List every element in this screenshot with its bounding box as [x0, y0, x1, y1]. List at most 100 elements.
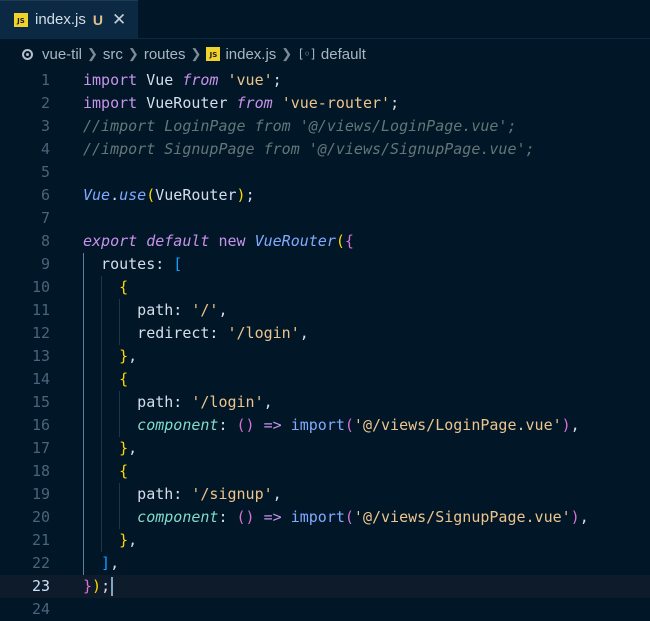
code-line[interactable]: 17},	[0, 437, 650, 460]
code-text: import VueRouter from 'vue-router';	[83, 92, 399, 115]
code-line[interactable]: 21},	[0, 529, 650, 552]
tab-untracked-badge: U	[92, 11, 103, 28]
indent-guide	[83, 391, 84, 414]
code-token: {	[119, 462, 129, 480]
indent-guide	[101, 414, 103, 437]
code-token: ]	[101, 554, 111, 572]
code-token: '@/views/SignupPage.vue'	[353, 508, 571, 526]
close-icon[interactable]: ✕	[112, 10, 126, 30]
tab-index-js[interactable]: JS index.js U ✕	[0, 0, 139, 38]
code-line[interactable]: 14 {	[0, 368, 650, 391]
code-token: :	[218, 416, 237, 434]
indent-guide	[83, 529, 84, 552]
code-token: '@/views/LoginPage.vue'	[353, 416, 562, 434]
indent-guide	[119, 299, 121, 322]
code-line[interactable]: 22],	[0, 552, 650, 575]
code-line[interactable]: 20 component: () => import('@/views/Signu…	[0, 506, 650, 529]
indent-guide	[101, 437, 103, 460]
code-token: ,	[299, 324, 309, 342]
breadcrumb-item-default[interactable]: default	[321, 46, 366, 63]
indent-guide	[101, 483, 103, 506]
code-token: }	[119, 439, 129, 457]
code-line[interactable]: 10 {	[0, 276, 650, 299]
code-token: VueRouter	[155, 186, 237, 204]
code-token: ,	[218, 301, 228, 319]
code-token: '/'	[191, 301, 219, 319]
code-token: ;	[101, 577, 111, 595]
code-token: path	[137, 301, 174, 319]
code-line[interactable]: 6 Vue.use(VueRouter);	[0, 184, 650, 207]
code-editor[interactable]: 1 import Vue from 'vue'; 2 import VueRouter…	[0, 69, 650, 621]
code-line[interactable]: 7	[0, 207, 650, 230]
line-number: 14	[31, 370, 50, 388]
code-token: ()	[236, 416, 255, 434]
code-line[interactable]: 3 //import LoginPage from '@/views/LoginP…	[0, 115, 650, 138]
code-text: },	[119, 437, 137, 460]
code-token: )	[561, 416, 571, 434]
code-token: (	[344, 508, 354, 526]
code-token: )	[236, 186, 246, 204]
indent-guide	[101, 506, 103, 529]
code-line[interactable]: 4 //import SignupPage from '@/views/Signu…	[0, 138, 650, 161]
code-token: :	[218, 508, 237, 526]
code-token: ;	[245, 186, 255, 204]
indent-guide	[83, 276, 84, 299]
code-text: Vue.use(VueRouter);	[83, 184, 255, 207]
breadcrumb: vue-til ❯ src ❯ routes ❯ JS index.js ❯ […	[0, 39, 650, 69]
code-token: }	[119, 347, 129, 365]
code-token: ;	[272, 71, 282, 89]
code-token: import	[290, 416, 345, 434]
code-token: VueRouter	[254, 232, 336, 250]
code-token: }	[83, 577, 93, 595]
code-token: =>	[263, 508, 282, 526]
indent-guide	[101, 322, 103, 345]
code-line[interactable]: 11 path: '/',	[0, 299, 650, 322]
breadcrumb-item-src[interactable]: src	[103, 46, 123, 63]
code-token: routes	[101, 255, 156, 273]
indent-guide	[83, 460, 84, 483]
code-line[interactable]: 18 {	[0, 460, 650, 483]
line-number: 2	[40, 94, 50, 112]
code-text: component: () => import('@/views/LoginPa…	[137, 414, 580, 437]
code-line[interactable]: 15 path: '/login',	[0, 391, 650, 414]
code-token: (	[335, 232, 345, 250]
code-text: import Vue from 'vue';	[83, 69, 282, 92]
code-text: path: '/signup',	[137, 483, 282, 506]
code-token: {	[344, 232, 354, 250]
line-number: 19	[31, 485, 50, 503]
line-number: 5	[40, 163, 50, 181]
code-token: Vue	[83, 186, 111, 204]
symbol-variable-icon: [◦]	[297, 47, 317, 61]
code-token: :	[173, 485, 192, 503]
code-line[interactable]: 13},	[0, 345, 650, 368]
code-text: //import LoginPage from '@/views/LoginPa…	[83, 115, 516, 138]
code-line[interactable]: 12 redirect: '/login',	[0, 322, 650, 345]
line-number: 8	[40, 232, 50, 250]
line-number: 13	[31, 347, 50, 365]
code-line[interactable]: 8 export default new VueRouter({	[0, 230, 650, 253]
code-token: path	[137, 485, 174, 503]
code-line[interactable]: 16 component: () => import('@/views/Login…	[0, 414, 650, 437]
breadcrumb-item-routes[interactable]: routes	[144, 46, 186, 63]
code-line[interactable]: 5	[0, 161, 650, 184]
code-line[interactable]: 19 path: '/signup',	[0, 483, 650, 506]
code-line[interactable]: 1 import Vue from 'vue';	[0, 69, 650, 92]
indent-guide	[83, 483, 84, 506]
breadcrumb-item-index-js[interactable]: index.js	[225, 46, 276, 63]
code-line[interactable]: 9 routes: [	[0, 253, 650, 276]
code-text: path: '/',	[137, 299, 227, 322]
code-line[interactable]: 2 import VueRouter from 'vue-router';	[0, 92, 650, 115]
breadcrumb-item-vue-til[interactable]: vue-til	[42, 46, 82, 63]
code-token: )	[570, 508, 580, 526]
code-line[interactable]: 24	[0, 598, 650, 621]
indent-guide	[83, 552, 84, 575]
code-token: ,	[272, 485, 282, 503]
line-number: 23	[31, 577, 50, 595]
code-line[interactable]: 23});	[0, 575, 650, 598]
indent-guide	[101, 368, 103, 391]
